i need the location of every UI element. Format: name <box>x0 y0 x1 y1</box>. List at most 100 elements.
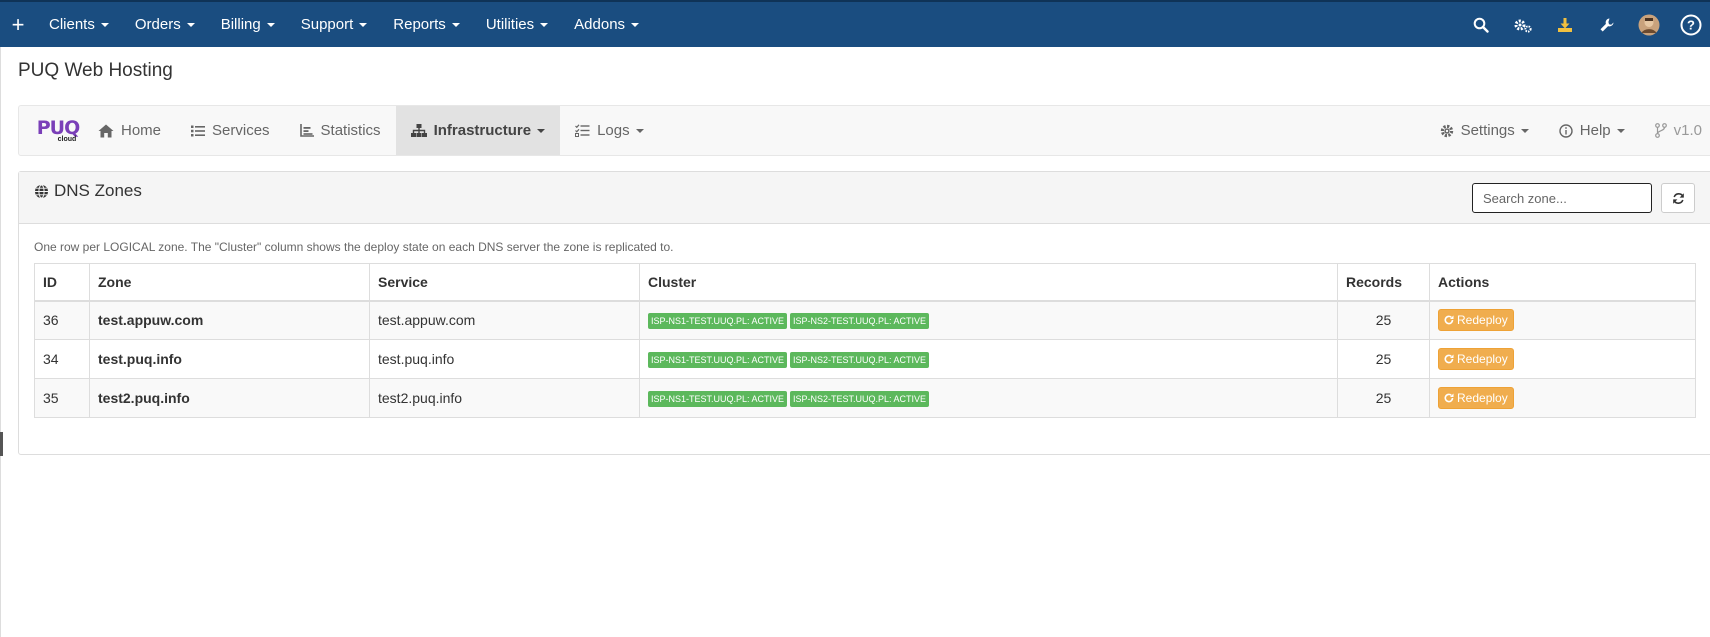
caret-down-icon <box>537 128 546 133</box>
tab-label: Services <box>212 122 270 139</box>
status-badge: ISP-NS1-TEST.UUQ.PL: ACTIVE <box>648 352 788 368</box>
version-label: v1.0 <box>1673 122 1702 139</box>
nav-support[interactable]: Support <box>288 2 381 47</box>
col-zone[interactable]: Zone <box>89 263 370 302</box>
redeploy-label: Redeploy <box>1457 391 1508 405</box>
panel-header: DNS Zones <box>19 172 1710 224</box>
nav-label: Addons <box>574 16 626 33</box>
nav-clients[interactable]: Clients <box>36 2 122 47</box>
redeploy-button[interactable]: Redeploy <box>1438 348 1514 370</box>
cell-cluster: ISP-NS1-TEST.UUQ.PL: ACTIVE ISP-NS2-TEST.… <box>639 339 1338 379</box>
col-cluster[interactable]: Cluster <box>639 263 1338 302</box>
table-row: 34 test.puq.info test.puq.info ISP-NS1-T… <box>34 339 1696 379</box>
tab-services[interactable]: Services <box>176 106 285 155</box>
cell-service: test.appuw.com <box>369 300 640 340</box>
tab-logs[interactable]: Logs <box>560 106 659 155</box>
tab-home[interactable]: Home <box>83 106 176 155</box>
cell-cluster: ISP-NS1-TEST.UUQ.PL: ACTIVE ISP-NS2-TEST.… <box>639 378 1338 418</box>
caret-down-icon <box>635 128 644 133</box>
caret-down-icon <box>186 22 195 27</box>
top-navbar: + Clients Orders Billing Support Reports… <box>0 0 1710 47</box>
cell-records: 25 <box>1337 339 1430 379</box>
nav-label: Billing <box>220 16 261 33</box>
caret-down-icon <box>540 22 549 27</box>
help-label: Help <box>1579 122 1611 139</box>
tab-label: Logs <box>597 122 630 139</box>
table-header-row: ID Zone Service Cluster Records Actions <box>34 263 1696 302</box>
info-icon <box>1559 123 1573 138</box>
globe-icon <box>35 184 48 198</box>
refresh-icon <box>1672 192 1684 204</box>
panel-hint: One row per LOGICAL zone. The "Cluster" … <box>34 240 674 254</box>
settings-label: Settings <box>1460 122 1515 139</box>
nav-label: Support <box>300 16 354 33</box>
add-new-button[interactable]: + <box>0 13 36 36</box>
puq-logo[interactable]: PUQ cloud <box>19 116 83 143</box>
status-badge: ISP-NS1-TEST.UUQ.PL: ACTIVE <box>648 391 788 407</box>
caret-down-icon <box>631 22 640 27</box>
help-menu[interactable]: Help <box>1544 106 1640 155</box>
nav-addons[interactable]: Addons <box>561 2 652 47</box>
col-id[interactable]: ID <box>34 263 90 302</box>
nav-orders[interactable]: Orders <box>122 2 208 47</box>
cell-cluster: ISP-NS1-TEST.UUQ.PL: ACTIVE ISP-NS2-TEST.… <box>639 300 1338 340</box>
col-service[interactable]: Service <box>369 263 640 302</box>
refresh-button[interactable] <box>1661 183 1695 213</box>
nav-label: Orders <box>134 16 181 33</box>
version-link[interactable]: v1.0 <box>1640 106 1710 155</box>
caret-down-icon <box>359 22 368 27</box>
nav-label: Reports <box>393 16 446 33</box>
table-row: 35 test2.puq.info test2.puq.info ISP-NS1… <box>34 378 1696 418</box>
tab-infrastructure[interactable]: Infrastructure <box>395 106 561 155</box>
caret-down-icon <box>100 22 109 27</box>
cell-zone: test.appuw.com <box>89 300 370 340</box>
caret-down-icon <box>1520 128 1529 133</box>
svg-text:?: ? <box>1687 17 1695 32</box>
redo-icon <box>1444 315 1454 325</box>
caret-down-icon <box>1616 128 1625 133</box>
table-row: 36 test.appuw.com test.appuw.com ISP-NS1… <box>34 300 1696 340</box>
col-actions: Actions <box>1429 263 1696 302</box>
chart-icon <box>299 124 314 137</box>
redeploy-label: Redeploy <box>1457 352 1508 366</box>
wrench-icon[interactable] <box>1588 6 1626 44</box>
tab-label: Infrastructure <box>433 122 532 139</box>
avatar[interactable] <box>1630 6 1668 44</box>
redeploy-button[interactable]: Redeploy <box>1438 309 1514 332</box>
nav-label: Clients <box>49 16 95 33</box>
caret-down-icon <box>451 22 460 27</box>
status-badge: ISP-NS2-TEST.UUQ.PL: ACTIVE <box>790 352 930 368</box>
search-zone-input[interactable] <box>1472 183 1652 213</box>
download-icon[interactable] <box>1546 6 1584 44</box>
panel-title: DNS Zones <box>34 181 142 201</box>
cell-zone: test.puq.info <box>89 339 370 379</box>
cell-service: test.puq.info <box>369 339 640 379</box>
gears-icon[interactable] <box>1504 6 1542 44</box>
cell-records: 25 <box>1337 300 1430 340</box>
settings-menu[interactable]: Settings <box>1425 106 1544 155</box>
help-icon[interactable]: ? <box>1672 6 1710 44</box>
dns-zones-panel: DNS Zones One row per LOGICAL zone. The … <box>18 171 1710 455</box>
redeploy-button[interactable]: Redeploy <box>1438 387 1514 409</box>
redeploy-label: Redeploy <box>1457 313 1508 328</box>
tasks-icon <box>575 124 590 137</box>
cell-id: 36 <box>34 300 90 340</box>
nav-reports[interactable]: Reports <box>380 2 473 47</box>
cell-actions: Redeploy <box>1429 378 1696 418</box>
nav-billing[interactable]: Billing <box>208 2 288 47</box>
nav-utilities[interactable]: Utilities <box>473 2 561 47</box>
cell-zone: test2.puq.info <box>89 378 370 418</box>
col-records[interactable]: Records <box>1337 263 1430 302</box>
left-edge <box>0 47 3 637</box>
panel-title-text: DNS Zones <box>54 181 142 200</box>
cell-id: 34 <box>34 339 90 379</box>
side-handle[interactable] <box>0 432 3 456</box>
logo-text: PUQ <box>36 116 81 139</box>
search-icon[interactable] <box>1462 6 1500 44</box>
dns-zones-table: ID Zone Service Cluster Records Actions … <box>34 263 1696 418</box>
cell-actions: Redeploy <box>1429 300 1696 340</box>
tab-statistics[interactable]: Statistics <box>285 106 396 155</box>
logo-subtext: cloud <box>57 135 77 143</box>
home-icon <box>98 124 114 137</box>
tab-label: Statistics <box>320 122 381 139</box>
